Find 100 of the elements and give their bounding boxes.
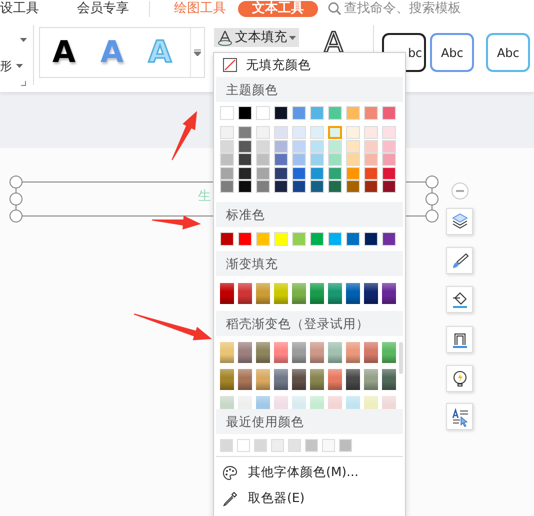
gradient-swatch[interactable] xyxy=(292,342,306,362)
toolbar-button[interactable] xyxy=(446,247,473,274)
color-swatch[interactable] xyxy=(310,126,324,139)
color-swatch[interactable] xyxy=(274,180,288,193)
color-swatch[interactable] xyxy=(238,232,252,246)
color-swatch[interactable] xyxy=(382,106,396,120)
color-swatch[interactable] xyxy=(288,438,301,452)
toolbar-button[interactable] xyxy=(446,286,473,313)
gradient-swatch[interactable] xyxy=(328,282,342,304)
color-swatch[interactable] xyxy=(256,140,270,152)
color-swatch[interactable] xyxy=(220,106,234,120)
color-swatch[interactable] xyxy=(364,106,378,120)
color-swatch[interactable] xyxy=(382,232,396,246)
color-swatch[interactable] xyxy=(364,126,378,139)
color-swatch[interactable] xyxy=(328,166,342,180)
text-effect-preview[interactable]: A xyxy=(40,38,88,68)
gradient-swatch[interactable] xyxy=(238,342,252,362)
gradient-swatch[interactable] xyxy=(256,368,270,390)
gradient-swatch[interactable] xyxy=(364,342,378,362)
color-swatch[interactable] xyxy=(382,180,396,193)
gradient-swatch[interactable] xyxy=(292,282,306,304)
color-swatch[interactable] xyxy=(382,153,396,166)
color-swatch[interactable] xyxy=(274,166,288,180)
color-swatch[interactable] xyxy=(328,126,342,139)
gradient-swatch[interactable] xyxy=(382,282,396,304)
tab[interactable]: 会员专享 xyxy=(73,0,133,16)
search-field[interactable]: 查找命令、搜索模板 xyxy=(344,0,461,18)
caret-icon[interactable] xyxy=(289,36,296,40)
color-swatch[interactable] xyxy=(364,166,378,180)
color-swatch[interactable] xyxy=(364,180,378,193)
caret-icon[interactable] xyxy=(16,64,23,68)
color-swatch[interactable] xyxy=(328,232,342,246)
gradient-swatch[interactable] xyxy=(220,282,234,304)
color-swatch[interactable] xyxy=(382,140,396,152)
color-swatch[interactable] xyxy=(310,153,324,166)
color-swatch[interactable] xyxy=(310,166,324,180)
color-swatch[interactable] xyxy=(328,180,342,193)
color-swatch[interactable] xyxy=(274,106,288,120)
search-icon[interactable] xyxy=(328,2,341,15)
color-swatch[interactable] xyxy=(274,153,288,166)
color-swatch[interactable] xyxy=(220,166,234,180)
color-swatch[interactable] xyxy=(256,232,270,246)
menu-item[interactable]: 其他字体颜色(M)... xyxy=(248,463,358,482)
color-swatch[interactable] xyxy=(220,126,234,139)
color-swatch[interactable] xyxy=(238,106,252,120)
toolbar-button[interactable] xyxy=(446,403,473,430)
color-swatch[interactable] xyxy=(322,438,335,452)
gradient-swatch[interactable] xyxy=(328,368,342,390)
color-swatch[interactable] xyxy=(310,180,324,193)
color-swatch[interactable] xyxy=(238,126,252,139)
color-swatch[interactable] xyxy=(237,438,250,452)
color-swatch[interactable] xyxy=(256,180,270,193)
color-swatch[interactable] xyxy=(238,153,252,166)
gradient-swatch[interactable] xyxy=(346,282,360,304)
tab[interactable]: 设工具 xyxy=(0,0,43,16)
color-swatch[interactable] xyxy=(292,166,306,180)
color-swatch[interactable] xyxy=(346,180,360,193)
color-swatch[interactable] xyxy=(274,126,288,139)
color-swatch[interactable] xyxy=(220,232,234,246)
color-swatch[interactable] xyxy=(254,438,267,452)
color-swatch[interactable] xyxy=(256,166,270,180)
gradient-swatch[interactable] xyxy=(238,282,252,304)
color-swatch[interactable] xyxy=(346,126,360,139)
color-swatch[interactable] xyxy=(364,140,378,152)
color-swatch[interactable] xyxy=(238,180,252,193)
menu-item[interactable]: 无填充颜色 xyxy=(246,56,311,74)
color-swatch[interactable] xyxy=(346,153,360,166)
gradient-swatch[interactable] xyxy=(310,368,324,390)
color-swatch[interactable] xyxy=(271,438,284,452)
gradient-swatch[interactable] xyxy=(256,282,270,304)
toolbar-button[interactable] xyxy=(446,208,473,235)
color-swatch[interactable] xyxy=(238,166,252,180)
color-swatch[interactable] xyxy=(292,232,306,246)
color-swatch[interactable] xyxy=(274,232,288,246)
color-swatch[interactable] xyxy=(310,106,324,120)
gradient-swatch[interactable] xyxy=(310,282,324,304)
gradient-swatch[interactable] xyxy=(364,282,378,304)
color-swatch[interactable] xyxy=(292,106,306,120)
color-swatch[interactable] xyxy=(256,126,270,139)
color-swatch[interactable] xyxy=(382,166,396,180)
color-swatch[interactable] xyxy=(292,126,306,139)
gradient-swatch[interactable] xyxy=(346,368,360,390)
gradient-swatch[interactable] xyxy=(382,368,396,390)
gradient-swatch[interactable] xyxy=(328,342,342,362)
color-swatch[interactable] xyxy=(220,140,234,152)
gradient-swatch[interactable] xyxy=(310,342,324,362)
scrollbar[interactable] xyxy=(399,342,403,374)
toolbar-button[interactable] xyxy=(446,326,473,353)
color-swatch[interactable] xyxy=(238,140,252,152)
shape-style[interactable]: Abc xyxy=(430,33,474,72)
gradient-swatch[interactable] xyxy=(382,342,396,362)
color-swatch[interactable] xyxy=(220,153,234,166)
color-swatch[interactable] xyxy=(346,140,360,152)
menu-item[interactable]: 取色器(E) xyxy=(248,489,305,508)
gradient-swatch[interactable] xyxy=(274,342,288,362)
color-swatch[interactable] xyxy=(292,140,306,152)
more-styles-icon[interactable] xyxy=(194,49,201,56)
color-swatch[interactable] xyxy=(339,438,352,452)
gradient-swatch[interactable] xyxy=(274,282,288,304)
color-swatch[interactable] xyxy=(256,153,270,166)
